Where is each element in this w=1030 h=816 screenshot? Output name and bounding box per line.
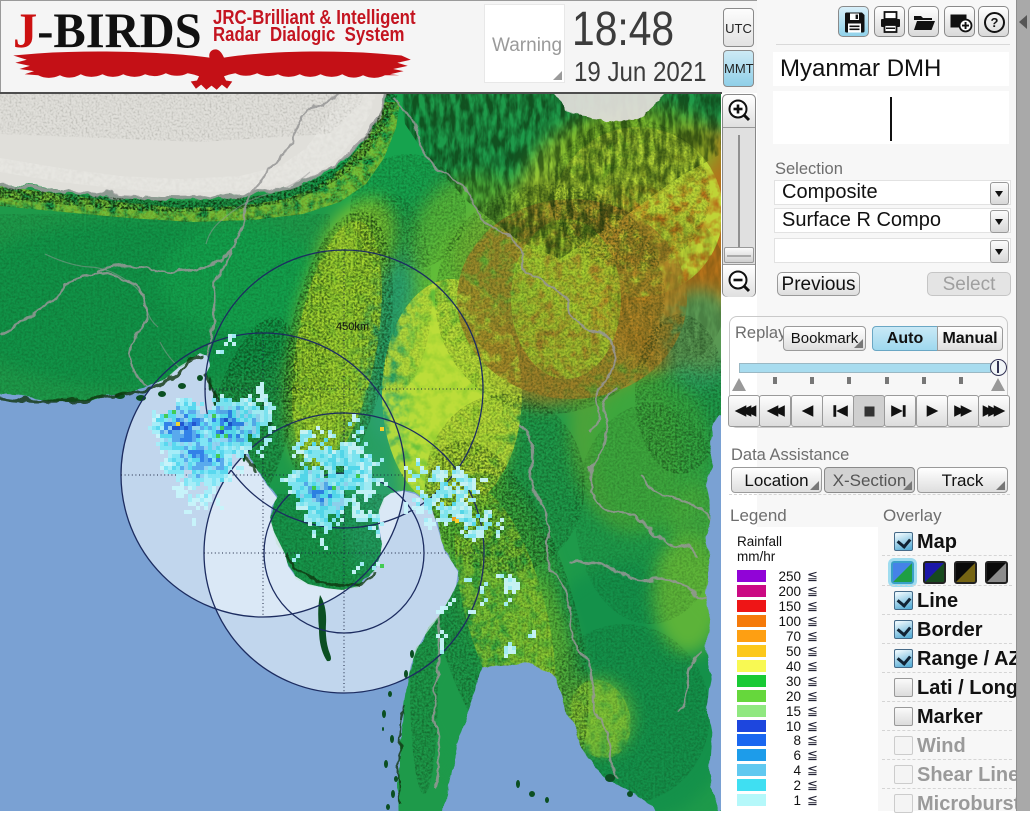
svg-text:?: ?	[991, 15, 999, 30]
svg-text:450km: 450km	[336, 321, 369, 333]
